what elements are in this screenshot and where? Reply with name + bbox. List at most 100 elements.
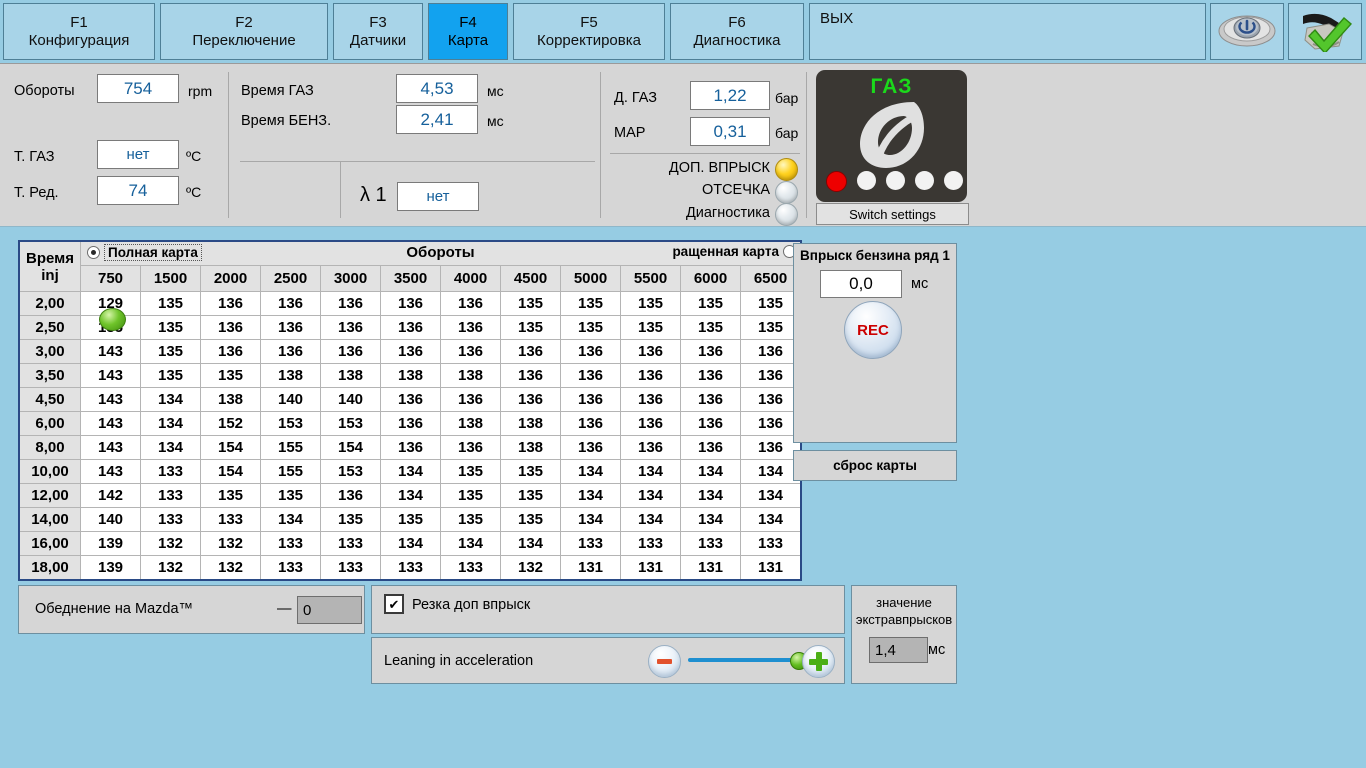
- map-cell[interactable]: 133: [140, 459, 201, 484]
- table-row[interactable]: 8,00 143 134 154 155 154 136 136 138 136 136 136 136: [18, 435, 802, 460]
- map-cell[interactable]: 136: [440, 339, 501, 364]
- map-cell[interactable]: 154: [200, 459, 261, 484]
- map-table-body[interactable]: 2,00 129 135 136 136 136 136 136 135 135 135 135 135…: [18, 291, 802, 581]
- map-cell[interactable]: 135: [740, 291, 802, 316]
- map-cell[interactable]: 134: [560, 483, 621, 508]
- map-cell[interactable]: 135: [260, 483, 321, 508]
- map-cell[interactable]: 132: [140, 555, 201, 581]
- map-cell[interactable]: 132: [140, 531, 201, 556]
- map-cell[interactable]: 136: [500, 363, 561, 388]
- map-cell[interactable]: 136: [200, 291, 261, 316]
- map-cell[interactable]: 135: [680, 315, 741, 340]
- map-cell[interactable]: 135: [320, 507, 381, 532]
- map-cell[interactable]: 131: [620, 555, 681, 581]
- map-cell[interactable]: 134: [140, 411, 201, 436]
- map-cell[interactable]: 136: [680, 339, 741, 364]
- map-cell[interactable]: 133: [620, 531, 681, 556]
- table-row[interactable]: 10,00 143 133 154 155 153 134 135 135 134 134 134 13…: [18, 459, 802, 484]
- map-cell[interactable]: 134: [140, 435, 201, 460]
- map-cell[interactable]: 136: [560, 363, 621, 388]
- rec-button[interactable]: REC: [844, 301, 902, 359]
- radio-full-map-icon[interactable]: [87, 246, 100, 259]
- map-cell[interactable]: 152: [200, 411, 261, 436]
- map-cell[interactable]: 136: [620, 411, 681, 436]
- map-cell[interactable]: 136: [620, 435, 681, 460]
- table-row[interactable]: 6,00 143 134 152 153 153 136 138 138 136 136 136 136: [18, 411, 802, 436]
- table-row[interactable]: 4,50 143 134 138 140 140 136 136 136 136 136 136 136: [18, 387, 802, 412]
- map-cell[interactable]: 136: [740, 435, 802, 460]
- map-cell[interactable]: 133: [440, 555, 501, 581]
- map-cell[interactable]: 140: [320, 387, 381, 412]
- map-cell[interactable]: 134: [620, 507, 681, 532]
- connection-status-button[interactable]: [1288, 3, 1362, 60]
- map-cell[interactable]: 135: [140, 291, 201, 316]
- map-cell[interactable]: 133: [380, 555, 441, 581]
- map-cell[interactable]: 133: [140, 483, 201, 508]
- extra-injection-value[interactable]: 1,4: [869, 637, 928, 663]
- map-cell[interactable]: 135: [560, 291, 621, 316]
- map-cell[interactable]: 136: [620, 387, 681, 412]
- map-cell[interactable]: 140: [80, 507, 141, 532]
- map-cell[interactable]: 154: [320, 435, 381, 460]
- map-cell[interactable]: 138: [200, 387, 261, 412]
- map-cell[interactable]: 134: [620, 459, 681, 484]
- map-cell[interactable]: 136: [320, 339, 381, 364]
- map-cell[interactable]: 134: [680, 507, 741, 532]
- map-cell[interactable]: 133: [200, 507, 261, 532]
- map-cell[interactable]: 134: [740, 507, 802, 532]
- map-cell[interactable]: 136: [320, 483, 381, 508]
- tab-f2-switching[interactable]: F2 Переключение: [160, 3, 328, 60]
- map-cell[interactable]: 131: [740, 555, 802, 581]
- map-cell[interactable]: 136: [680, 363, 741, 388]
- switch-settings-button[interactable]: Switch settings: [816, 203, 969, 225]
- map-cell[interactable]: 133: [320, 555, 381, 581]
- map-cell[interactable]: 136: [500, 339, 561, 364]
- map-cell[interactable]: 135: [140, 315, 201, 340]
- map-cell[interactable]: 133: [260, 555, 321, 581]
- map-cell[interactable]: 154: [200, 435, 261, 460]
- map-cell[interactable]: 135: [380, 507, 441, 532]
- map-cell[interactable]: 136: [440, 435, 501, 460]
- map-cell[interactable]: 136: [440, 315, 501, 340]
- map-cell[interactable]: 135: [740, 315, 802, 340]
- map-cell[interactable]: 155: [260, 435, 321, 460]
- tab-f4-map[interactable]: F4 Карта: [428, 3, 508, 60]
- tab-f1-configuration[interactable]: F1 Конфигурация: [3, 3, 155, 60]
- map-cell[interactable]: 136: [560, 387, 621, 412]
- table-row[interactable]: 3,00 143 135 136 136 136 136 136 136 136 136 136 136: [18, 339, 802, 364]
- map-cell[interactable]: 136: [320, 315, 381, 340]
- map-cell[interactable]: 133: [740, 531, 802, 556]
- map-cell[interactable]: 134: [740, 483, 802, 508]
- map-cell[interactable]: 143: [80, 339, 141, 364]
- map-cell[interactable]: 136: [380, 387, 441, 412]
- map-cell[interactable]: 136: [260, 291, 321, 316]
- map-cell[interactable]: 136: [560, 339, 621, 364]
- map-cell[interactable]: 138: [260, 363, 321, 388]
- map-cell[interactable]: 140: [260, 387, 321, 412]
- map-cell[interactable]: 143: [80, 411, 141, 436]
- radio-full-map[interactable]: Полная карта: [87, 244, 202, 261]
- map-cell[interactable]: 135: [500, 483, 561, 508]
- map-cell[interactable]: 153: [260, 411, 321, 436]
- table-row[interactable]: 16,00 139 132 132 133 133 134 134 134 133 133 133 13…: [18, 531, 802, 556]
- map-cell[interactable]: 136: [620, 339, 681, 364]
- map-cell[interactable]: 136: [740, 387, 802, 412]
- map-cell[interactable]: 134: [140, 387, 201, 412]
- map-cell[interactable]: 135: [200, 483, 261, 508]
- map-cell[interactable]: 136: [380, 339, 441, 364]
- map-cell[interactable]: 135: [620, 315, 681, 340]
- map-cell[interactable]: 135: [500, 507, 561, 532]
- cut-extra-injection-checkbox[interactable]: ✔: [384, 594, 404, 614]
- map-cell[interactable]: 135: [140, 363, 201, 388]
- map-cell[interactable]: 134: [560, 507, 621, 532]
- map-cell[interactable]: 134: [740, 459, 802, 484]
- map-cell[interactable]: 134: [620, 483, 681, 508]
- map-cell[interactable]: 138: [500, 435, 561, 460]
- map-cell[interactable]: 134: [380, 531, 441, 556]
- map-cell[interactable]: 143: [80, 459, 141, 484]
- map-cell[interactable]: 135: [140, 339, 201, 364]
- map-cell[interactable]: 133: [140, 507, 201, 532]
- map-cell[interactable]: 136: [380, 291, 441, 316]
- radio-short-map[interactable]: ращенная карта: [672, 244, 796, 259]
- map-cell[interactable]: 143: [80, 435, 141, 460]
